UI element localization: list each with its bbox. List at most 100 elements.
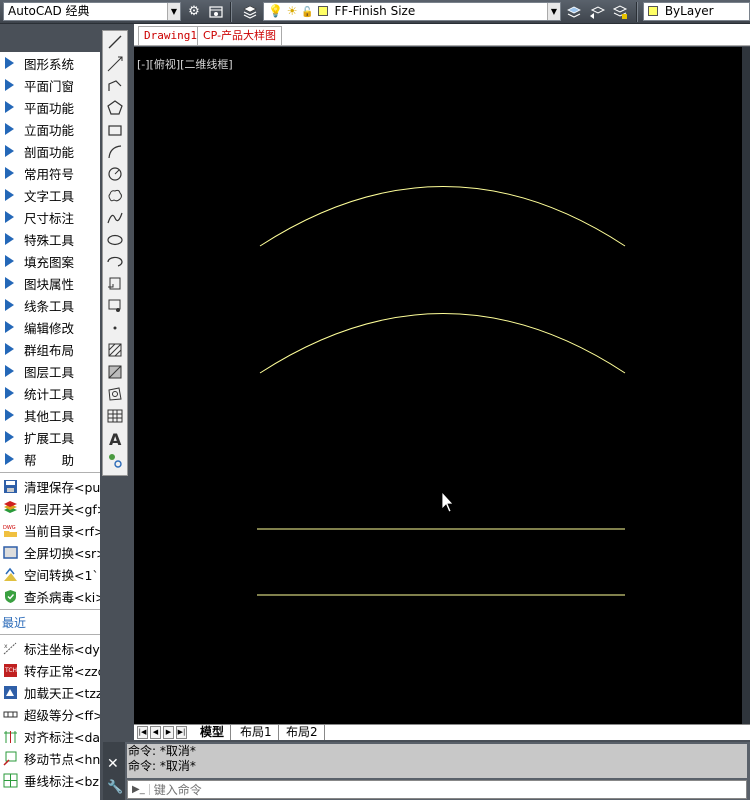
insert-block-icon[interactable]: [103, 273, 127, 295]
multiline-text-icon[interactable]: A: [103, 427, 127, 449]
color-dropdown[interactable]: ByLayer: [643, 2, 750, 21]
construction-line-icon[interactable]: [103, 53, 127, 75]
wrench-icon[interactable]: 🔧: [107, 780, 123, 795]
ellipse-icon[interactable]: [103, 229, 127, 251]
spline-icon[interactable]: [103, 207, 127, 229]
menu-item-label: 立面功能: [24, 122, 75, 138]
circle-icon[interactable]: [103, 163, 127, 185]
menu-item[interactable]: 扩展工具: [0, 426, 100, 448]
tool-list: 清理保存<pu> 归层开关<gf> DWG 当前目录<rf> 全屏切换<sr> 空间转换<…: [0, 475, 100, 607]
tab-model[interactable]: 模型: [194, 725, 232, 740]
close-icon[interactable]: ✕: [107, 756, 119, 772]
tool-item[interactable]: DWG 当前目录<rf>: [0, 519, 101, 541]
ellipse-arc-icon[interactable]: [103, 251, 127, 273]
region-icon[interactable]: [103, 383, 127, 405]
revision-cloud-icon[interactable]: [103, 185, 127, 207]
menu-item[interactable]: 图块属性: [0, 272, 100, 294]
menu-item[interactable]: 编辑修改: [0, 316, 100, 338]
gradient-icon[interactable]: [103, 361, 127, 383]
expand-triangle-icon: [5, 233, 14, 245]
add-selected-icon[interactable]: [103, 449, 127, 471]
lightbulb-icon[interactable]: 💡: [268, 4, 283, 18]
menu-item-label: 填充图案: [24, 254, 75, 270]
rectangle-icon[interactable]: [103, 119, 127, 141]
workspace-icon[interactable]: [206, 2, 226, 21]
workspace-dropdown[interactable]: AutoCAD 经典 ▼: [3, 2, 181, 21]
tab-drawing1[interactable]: Drawing1: [138, 26, 203, 45]
last-layout-button[interactable]: ▶|: [176, 726, 187, 739]
command-prompt-icon[interactable]: ▶_: [128, 784, 150, 795]
layer-state-icon[interactable]: [610, 2, 630, 21]
arc-lower[interactable]: [259, 313, 626, 374]
next-layout-button[interactable]: ▶: [163, 726, 174, 739]
tool-item[interactable]: 清理保存<pu>: [0, 475, 100, 497]
menu-item[interactable]: 尺寸标注: [0, 206, 100, 228]
tool-item[interactable]: 超级等分<ff>: [0, 703, 100, 725]
polygon-icon[interactable]: [103, 97, 127, 119]
menu-item[interactable]: 帮 助: [0, 448, 100, 470]
perpendicular-icon: [2, 772, 18, 788]
make-current-layer-icon[interactable]: [564, 2, 584, 21]
tab-layout2[interactable]: 布局2: [280, 725, 325, 740]
arc-upper[interactable]: [259, 186, 626, 247]
menu-item-label: 图块属性: [24, 276, 75, 292]
menu-item[interactable]: 统计工具: [0, 382, 100, 404]
point-icon[interactable]: [103, 317, 127, 339]
tool-item[interactable]: 对齐标注<da>: [0, 725, 100, 747]
menu-item[interactable]: 文字工具: [0, 184, 100, 206]
arc-icon[interactable]: [103, 141, 127, 163]
sun-icon[interactable]: ☀: [287, 4, 298, 18]
expand-triangle-icon: [5, 387, 14, 399]
menu-item[interactable]: 平面功能: [0, 96, 100, 118]
menu-item[interactable]: 图层工具: [0, 360, 100, 382]
polyline-icon[interactable]: [103, 75, 127, 97]
tool-item-label: 对齐标注<da>: [24, 729, 100, 745]
table-icon[interactable]: [103, 405, 127, 427]
menu-item[interactable]: 群组布局: [0, 338, 100, 360]
tool-item[interactable]: 垂线标注<bz>: [0, 769, 100, 791]
fullscreen-icon: [2, 544, 18, 560]
layer-dropdown[interactable]: 💡 ☀ 🔓 FF-Finish Size ▼: [263, 2, 561, 21]
gear-icon[interactable]: ⚙: [184, 2, 204, 21]
layer-previous-icon[interactable]: [587, 2, 607, 21]
menu-item[interactable]: 图形系统: [0, 52, 100, 74]
menu-item[interactable]: 剖面功能: [0, 140, 100, 162]
menu-divider: [0, 634, 100, 635]
make-block-icon[interactable]: [103, 295, 127, 317]
tool-item[interactable]: 空间转换<1`: [0, 563, 100, 585]
menu-item[interactable]: 其他工具: [0, 404, 100, 426]
line-icon[interactable]: [103, 31, 127, 53]
lock-icon[interactable]: 🔓: [301, 7, 313, 18]
tool-item-label: 垂线标注<bz>: [24, 773, 100, 789]
layer-value: FF-Finish Size: [334, 4, 416, 18]
menu-item-label: 文字工具: [24, 188, 75, 204]
tool-item[interactable]: 移动节点<hnn: [0, 747, 100, 769]
layer-properties-icon[interactable]: [240, 2, 260, 21]
menu-item[interactable]: 常用符号: [0, 162, 100, 184]
drawing-canvas[interactable]: [-][俯视][二维线框]: [134, 47, 742, 724]
first-layout-button[interactable]: |◀: [137, 726, 148, 739]
tool-item[interactable]: 查杀病毒<ki>: [0, 585, 100, 607]
menu-divider: [0, 472, 100, 473]
menu-item[interactable]: 立面功能: [0, 118, 100, 140]
tab-layout1[interactable]: 布局1: [234, 725, 279, 740]
tool-item[interactable]: 归层开关<gf>: [0, 497, 100, 519]
prev-layout-button[interactable]: ◀: [150, 726, 161, 739]
menu-item[interactable]: 特殊工具: [0, 228, 100, 250]
tool-item[interactable]: 加载天正<tzz: [0, 681, 100, 703]
svg-text:DWG: DWG: [3, 525, 16, 531]
menu-item[interactable]: 平面门窗: [0, 74, 100, 96]
expand-triangle-icon: [5, 365, 14, 377]
tab-cp-product-detail[interactable]: CP-产品大样图: [197, 26, 283, 45]
tool-item[interactable]: TCH 转存正常<zzc: [0, 659, 100, 681]
viewport-controls-label[interactable]: [-][俯视][二维线框]: [137, 56, 233, 72]
vertical-scrollbar[interactable]: [742, 47, 750, 724]
tool-item[interactable]: x 标注坐标<dy>: [0, 637, 100, 659]
menu-item[interactable]: 线条工具: [0, 294, 100, 316]
svg-text:TCH: TCH: [4, 667, 17, 674]
tool-item[interactable]: 全屏切换<sr>: [0, 541, 100, 563]
menu-item[interactable]: 填充图案: [0, 250, 100, 272]
coordinate-icon: x: [2, 640, 18, 656]
hatch-icon[interactable]: [103, 339, 127, 361]
command-input[interactable]: [149, 781, 746, 798]
